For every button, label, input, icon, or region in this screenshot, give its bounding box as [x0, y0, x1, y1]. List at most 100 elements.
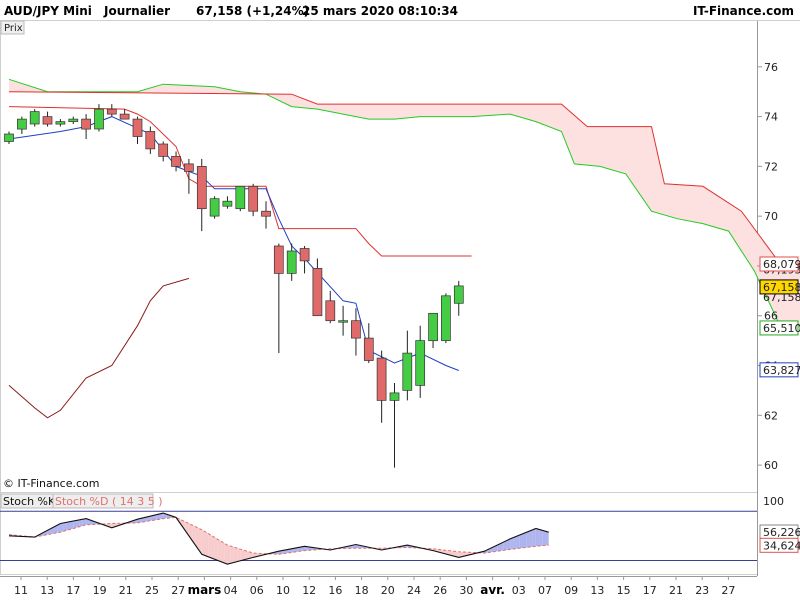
- x-tick-label: 27: [721, 584, 735, 597]
- candle-down: [119, 113, 130, 120]
- stoch-fill: [70, 521, 74, 530]
- y-tick-label: 60: [764, 459, 778, 472]
- candle-down: [376, 357, 387, 401]
- x-tick-label: 24: [407, 584, 421, 597]
- x-tick-label: 21: [119, 584, 133, 597]
- candle-up: [441, 295, 451, 341]
- x-tick-label: 09: [564, 584, 578, 597]
- stoch-fill: [243, 550, 247, 560]
- x-tick-label: mars: [188, 583, 222, 597]
- candle-down: [42, 116, 53, 125]
- stoch-fill: [519, 533, 523, 549]
- chart: 767472706866646260 67,19367,15868,07967,…: [0, 20, 800, 597]
- candle-down: [171, 156, 181, 167]
- chart-header: AUD/JPY Mini Journalier 67,158 (+1,24%) …: [0, 0, 800, 21]
- x-tick-label: 17: [643, 584, 657, 597]
- stoch-fill: [211, 535, 215, 560]
- y-tick-label: 76: [764, 61, 778, 74]
- stoch-fill: [532, 528, 536, 547]
- candle-up: [338, 320, 348, 323]
- x-tick-label: 26: [433, 584, 447, 597]
- stoch-fill: [63, 522, 67, 532]
- stoch-fill: [60, 522, 64, 533]
- y-tick-label: 70: [764, 210, 778, 223]
- stoch-k-label[interactable]: Stoch %K: [3, 495, 56, 508]
- x-tick-label: 15: [617, 584, 631, 597]
- candle-up: [389, 392, 400, 401]
- candle-up: [17, 118, 27, 130]
- x-tick-label: 13: [590, 584, 604, 597]
- x-tick-label: avr.: [480, 583, 505, 597]
- stoch-fill: [214, 537, 218, 561]
- candles: [4, 104, 464, 468]
- candle-down: [106, 108, 117, 115]
- price-badge-label: 63,827: [763, 364, 800, 377]
- last-price-label: 67,158 (+1,24%): [196, 4, 310, 18]
- candle-down: [81, 118, 91, 130]
- kijun-line: [8, 106, 472, 257]
- x-tick-label: 07: [538, 584, 552, 597]
- x-tick-label: 20: [381, 584, 395, 597]
- chikou-line: [8, 277, 190, 419]
- x-tick-label: 16: [328, 584, 342, 597]
- stoch-fill: [73, 520, 77, 529]
- x-tick-label: 30: [459, 584, 473, 597]
- candle-up: [222, 200, 233, 207]
- x-tick-label: 12: [302, 584, 316, 597]
- datetime-label: 25 mars 2020 08:10:34: [302, 4, 458, 18]
- candle-down: [273, 245, 284, 274]
- brand-label: IT-Finance.com: [692, 4, 794, 18]
- x-tick-label: 13: [40, 584, 54, 597]
- stoch-fill: [535, 528, 540, 547]
- stoch-fill: [516, 535, 520, 549]
- candle-down: [312, 268, 323, 317]
- stoch-fill: [224, 543, 228, 565]
- candle-up: [55, 121, 66, 125]
- symbol-label: AUD/JPY Mini: [4, 4, 92, 18]
- stoch-y-tick-label: 100: [763, 495, 784, 508]
- stoch-fill: [66, 521, 71, 531]
- x-tick-label: 06: [250, 584, 264, 597]
- x-tick-label: 03: [512, 584, 526, 597]
- x-tick-label: 21: [669, 584, 683, 597]
- candle-up: [29, 111, 40, 125]
- candle-down: [363, 337, 374, 361]
- x-tick-label: 10: [276, 584, 290, 597]
- x-tick-label: 27: [171, 584, 185, 597]
- candle-up: [415, 340, 426, 386]
- candle-down: [261, 210, 271, 217]
- candle-up: [402, 352, 413, 391]
- candle-up: [94, 108, 104, 130]
- x-tick-label: 23: [695, 584, 709, 597]
- stoch-fill: [513, 536, 517, 549]
- y-tick-label: 62: [764, 409, 778, 422]
- price-badge-label: 65,510: [763, 322, 800, 335]
- stoch-fill: [208, 533, 212, 558]
- candle-up: [209, 198, 220, 217]
- stoch-fill: [233, 547, 238, 563]
- candle-down: [325, 300, 336, 322]
- x-axis: 11 13 17 19 21 25 27 mars 04 06 10 12 16 18 20 24 26 30 av…: [14, 576, 735, 597]
- x-tick-label: 18: [355, 584, 369, 597]
- price-badge-label: 67,158: [763, 281, 800, 294]
- x-tick-label: 25: [145, 584, 159, 597]
- candle-up: [235, 185, 246, 210]
- candle-up: [4, 133, 14, 142]
- candle-down: [351, 320, 361, 339]
- stoch-fill: [539, 529, 543, 546]
- stoch-fill: [204, 531, 209, 557]
- candle-down: [145, 131, 156, 150]
- stoch-fill: [542, 530, 546, 546]
- x-tick-label: 19: [93, 584, 107, 597]
- candle-up: [453, 285, 464, 304]
- candle-up: [428, 312, 438, 342]
- period-label: Journalier: [104, 4, 171, 18]
- stoch-d-label[interactable]: Stoch %D ( 14 3 5 ): [55, 495, 163, 508]
- stoch-badge-label: 34,624: [763, 539, 800, 552]
- stoch-fill: [201, 529, 205, 556]
- x-tick-label: 11: [14, 584, 28, 597]
- candle-down: [132, 118, 143, 137]
- stoch-fill: [240, 549, 244, 561]
- stoch-fill: [217, 539, 222, 562]
- prix-tab-label[interactable]: Prix: [4, 23, 23, 34]
